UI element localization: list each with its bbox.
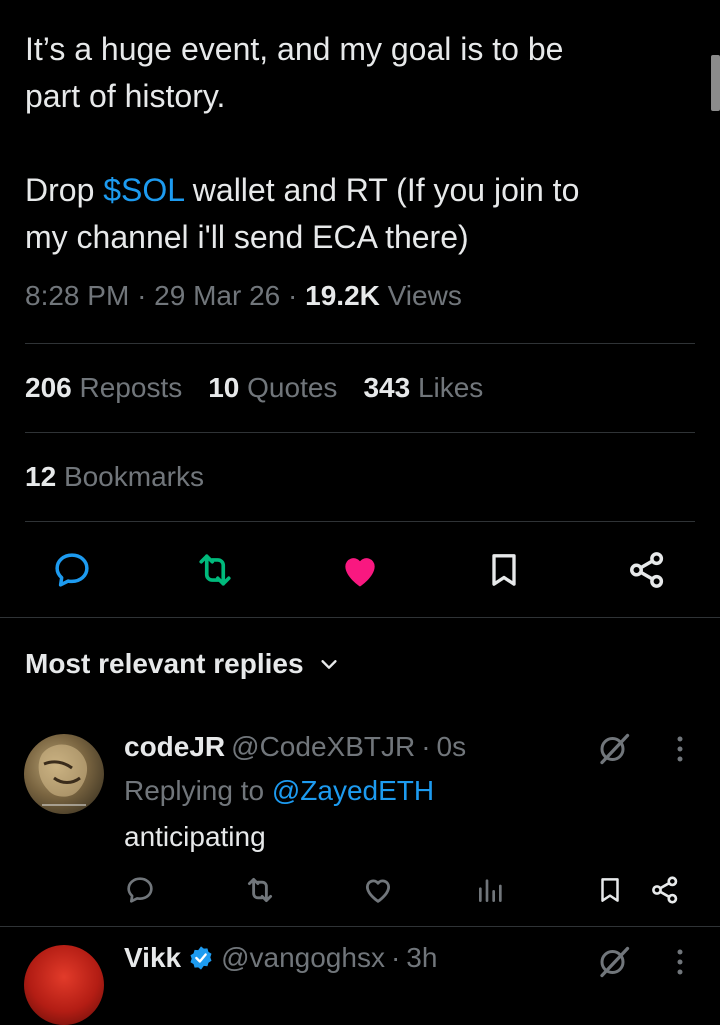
avatar-image bbox=[38, 744, 88, 806]
tweet-time[interactable]: 8:28 PM bbox=[25, 280, 129, 311]
reply-text: anticipating bbox=[124, 821, 266, 852]
meta-separator: · bbox=[137, 280, 147, 311]
quotes-stat[interactable]: 10 Quotes bbox=[208, 372, 337, 404]
more-options-button[interactable] bbox=[660, 940, 700, 984]
reply-time[interactable]: 0s bbox=[437, 731, 467, 763]
grok-button[interactable] bbox=[592, 940, 636, 984]
reply-author-handle[interactable]: @CodeXBTJR bbox=[231, 731, 415, 763]
likes-count: 343 bbox=[363, 372, 411, 403]
grok-icon bbox=[600, 733, 630, 765]
replying-to-mention[interactable]: @ZayedETH bbox=[272, 775, 434, 806]
tweet-action-bar bbox=[0, 545, 720, 600]
reply-author-handle[interactable]: @vangoghsx bbox=[221, 942, 385, 974]
tweet-line-4: my channel i'll send ECA there) bbox=[25, 219, 469, 255]
bookmark-icon bbox=[601, 878, 619, 902]
bookmarks-count: 12 bbox=[25, 461, 57, 492]
reply-action-bar bbox=[0, 868, 720, 914]
like-icon bbox=[345, 558, 375, 587]
tweet-line-1: It’s a huge event, and my goal is to be bbox=[25, 31, 564, 67]
cashtag-link[interactable]: $SOL bbox=[103, 172, 184, 208]
grok-button[interactable] bbox=[592, 727, 636, 771]
tweet-date[interactable]: 29 Mar 26 bbox=[154, 280, 280, 311]
more-vertical-icon bbox=[677, 736, 683, 762]
reply-views-button[interactable] bbox=[469, 868, 513, 912]
reposts-label: Reposts bbox=[79, 372, 183, 403]
reply-divider bbox=[0, 926, 720, 927]
views-label: Views bbox=[387, 280, 462, 311]
grok-icon bbox=[600, 946, 630, 978]
replying-to-prefix: Replying to bbox=[124, 775, 272, 806]
reposts-count: 206 bbox=[25, 372, 72, 403]
tweet-text: It’s a huge event, and my goal is to be … bbox=[25, 26, 695, 261]
repost-icon bbox=[199, 554, 231, 586]
more-vertical-icon bbox=[677, 949, 683, 975]
repost-button[interactable] bbox=[190, 545, 240, 595]
verified-badge-icon bbox=[190, 946, 212, 970]
tweet-line-3-prefix: Drop bbox=[25, 172, 104, 208]
tweet-line-3: Drop $SOL wallet and RT (If you join to bbox=[25, 167, 695, 214]
tweet-line-2: part of history. bbox=[25, 78, 226, 114]
replying-to: Replying to @ZayedETH bbox=[124, 775, 434, 807]
meta-separator: · bbox=[288, 280, 298, 311]
divider bbox=[25, 521, 695, 522]
views-count: 19.2K bbox=[305, 280, 380, 311]
bookmark-button[interactable] bbox=[479, 545, 529, 595]
likes-stat[interactable]: 343 Likes bbox=[363, 372, 483, 404]
analytics-icon bbox=[479, 879, 502, 902]
chevron-down-icon bbox=[320, 660, 337, 669]
reply-separator: · bbox=[390, 942, 401, 973]
replies-header-label: Most relevant replies bbox=[25, 648, 304, 679]
reply-like-button[interactable] bbox=[356, 868, 400, 912]
share-icon bbox=[652, 876, 678, 904]
quotes-count: 10 bbox=[208, 372, 240, 403]
reply-repost-button[interactable] bbox=[238, 868, 282, 912]
divider bbox=[25, 432, 695, 433]
reply-share-button[interactable] bbox=[643, 868, 687, 912]
engagement-stats: 206 Reposts 10 Quotes 343 Likes bbox=[25, 372, 483, 404]
reply-time[interactable]: 3h bbox=[406, 942, 437, 974]
reply-button[interactable] bbox=[47, 545, 97, 595]
reply-reply-button[interactable] bbox=[118, 868, 162, 912]
reply-author-name[interactable]: codeJR bbox=[124, 731, 225, 763]
reply-separator: · bbox=[421, 731, 431, 762]
like-button[interactable] bbox=[335, 545, 385, 595]
bookmarks-label: Bookmarks bbox=[63, 461, 204, 492]
bookmarks-stat[interactable]: 12 Bookmarks bbox=[25, 461, 204, 493]
divider bbox=[25, 343, 695, 344]
more-options-button[interactable] bbox=[660, 727, 700, 771]
share-button[interactable] bbox=[622, 545, 672, 595]
reposts-stat[interactable]: 206 Reposts bbox=[25, 372, 182, 404]
quotes-label: Quotes bbox=[247, 372, 338, 403]
tweet-line-3-suffix: wallet and RT (If you join to bbox=[183, 172, 580, 208]
reply-header: Vikk @vangoghsx · 3h bbox=[124, 942, 437, 974]
reply-bookmark-button[interactable] bbox=[588, 868, 632, 912]
bookmarks-stats: 12 Bookmarks bbox=[25, 461, 204, 493]
reply-icon bbox=[127, 877, 153, 903]
section-divider bbox=[0, 617, 720, 618]
repost-icon bbox=[247, 877, 273, 903]
reply-header: codeJR @CodeXBTJR · 0s bbox=[124, 731, 466, 763]
reply-author-name[interactable]: Vikk bbox=[124, 942, 181, 974]
scroll-indicator[interactable] bbox=[711, 55, 720, 111]
tweet-meta: 8:28 PM · 29 Mar 26 · 19.2K Views bbox=[25, 280, 462, 312]
heart-outline-icon bbox=[365, 879, 391, 903]
avatar[interactable] bbox=[24, 945, 104, 1025]
reply-icon bbox=[55, 553, 89, 587]
avatar[interactable] bbox=[24, 734, 104, 814]
bookmark-icon bbox=[492, 554, 516, 586]
likes-label: Likes bbox=[417, 372, 484, 403]
replies-sort-dropdown[interactable]: Most relevant replies bbox=[25, 648, 340, 680]
share-icon bbox=[630, 552, 664, 588]
